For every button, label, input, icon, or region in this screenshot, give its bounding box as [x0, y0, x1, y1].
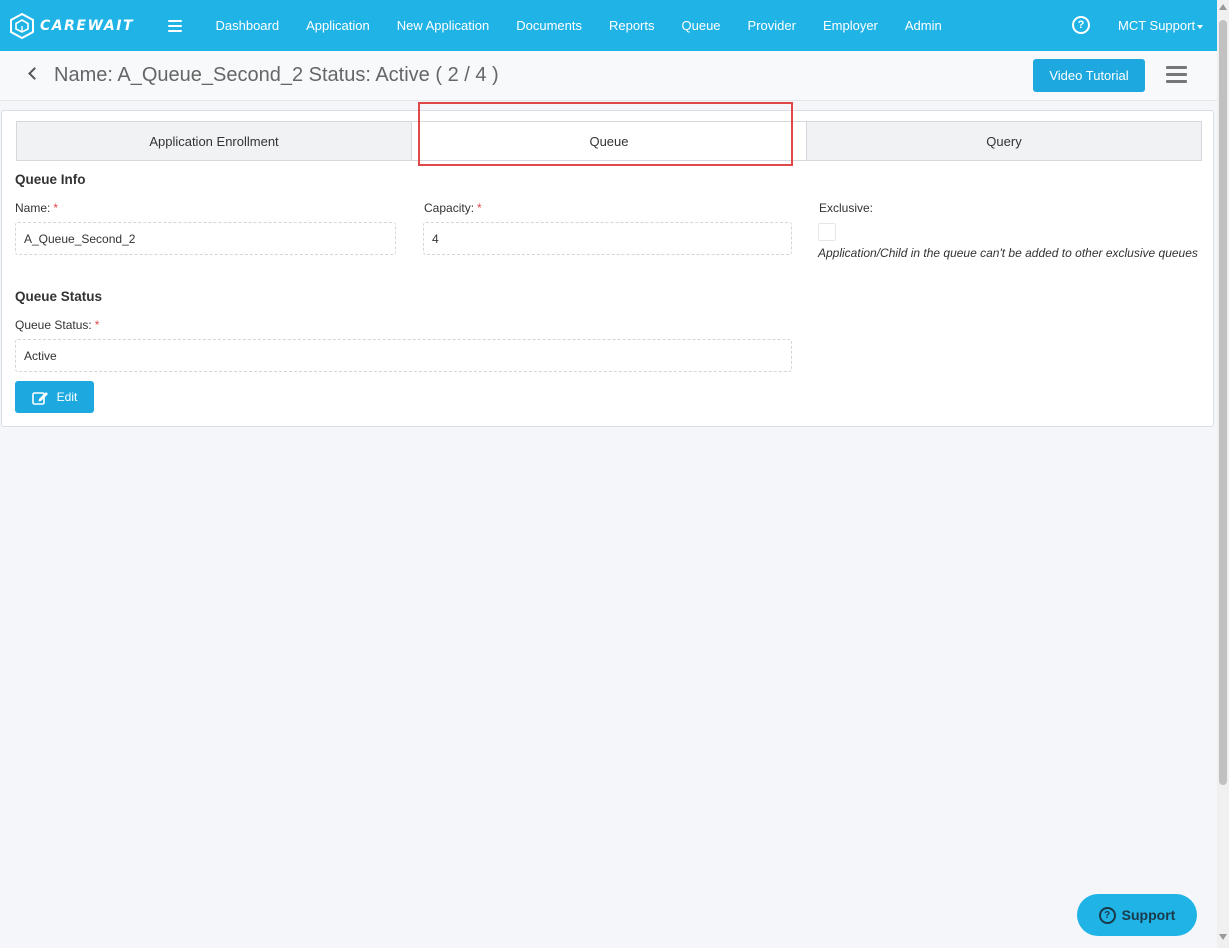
nav-admin[interactable]: Admin [891, 18, 955, 33]
scroll-down-icon[interactable] [1219, 934, 1227, 940]
edit-button[interactable]: Edit [15, 381, 94, 413]
tab-queue[interactable]: Queue [412, 121, 807, 161]
nav-new-application[interactable]: New Application [383, 18, 503, 33]
name-label: Name: * [15, 201, 59, 215]
nav-queue[interactable]: Queue [668, 18, 734, 33]
chevron-left-icon[interactable] [28, 67, 41, 80]
brand-name: CAREWAIT [40, 17, 134, 34]
capacity-label: Capacity: * [424, 201, 482, 215]
caret-down-icon [1197, 24, 1204, 29]
required-mark: * [53, 201, 59, 215]
queue-status-label: Queue Status: * [15, 318, 100, 332]
tab-bar: Application Enrollment Queue Query [16, 121, 1202, 161]
nav-dashboard[interactable]: Dashboard [202, 18, 293, 33]
main-nav: Dashboard Application New Application Do… [202, 0, 955, 51]
scroll-up-icon[interactable] [1219, 4, 1227, 10]
help-circle-icon[interactable]: ? [1072, 16, 1090, 34]
queue-status-field[interactable]: Active [15, 339, 792, 372]
required-mark: * [477, 201, 482, 215]
exclusive-checkbox[interactable] [818, 223, 836, 241]
exclusive-note: Application/Child in the queue can't be … [818, 246, 1198, 260]
video-tutorial-button[interactable]: Video Tutorial [1033, 59, 1145, 92]
top-navbar: CAREWAIT Dashboard Application New Appli… [0, 0, 1217, 51]
nav-provider[interactable]: Provider [734, 18, 809, 33]
nav-documents[interactable]: Documents [503, 18, 596, 33]
user-menu[interactable]: MCT Support [1118, 18, 1204, 33]
user-name: MCT Support [1118, 18, 1196, 33]
exclusive-label: Exclusive: [819, 201, 874, 215]
capacity-field[interactable]: 4 [423, 222, 792, 255]
tab-application-enrollment[interactable]: Application Enrollment [16, 121, 412, 161]
edit-icon [31, 391, 48, 405]
queue-card: Application Enrollment Queue Query [1, 110, 1214, 427]
page-scrollbar[interactable] [1217, 0, 1229, 948]
carewait-logo-icon [10, 12, 34, 39]
queue-status-title: Queue Status [15, 289, 103, 304]
support-button[interactable]: ? Support [1077, 894, 1197, 936]
nav-application[interactable]: Application [293, 18, 384, 33]
edit-label: Edit [56, 390, 78, 404]
brand-logo[interactable]: CAREWAIT [8, 12, 158, 40]
queue-info-title: Queue Info [15, 172, 86, 187]
page-title: Name: A_Queue_Second_2 Status: Active ( … [54, 64, 499, 86]
support-label: Support [1121, 907, 1176, 923]
hamburger-icon[interactable] [168, 19, 182, 32]
name-field[interactable]: A_Queue_Second_2 [15, 222, 396, 255]
help-circle-icon: ? [1098, 906, 1116, 924]
required-mark: * [94, 318, 100, 332]
tab-query[interactable]: Query [807, 121, 1202, 161]
menu-lines-icon[interactable] [1166, 66, 1187, 83]
nav-reports[interactable]: Reports [595, 18, 668, 33]
nav-employer[interactable]: Employer [809, 18, 891, 33]
scroll-thumb[interactable] [1219, 20, 1227, 785]
